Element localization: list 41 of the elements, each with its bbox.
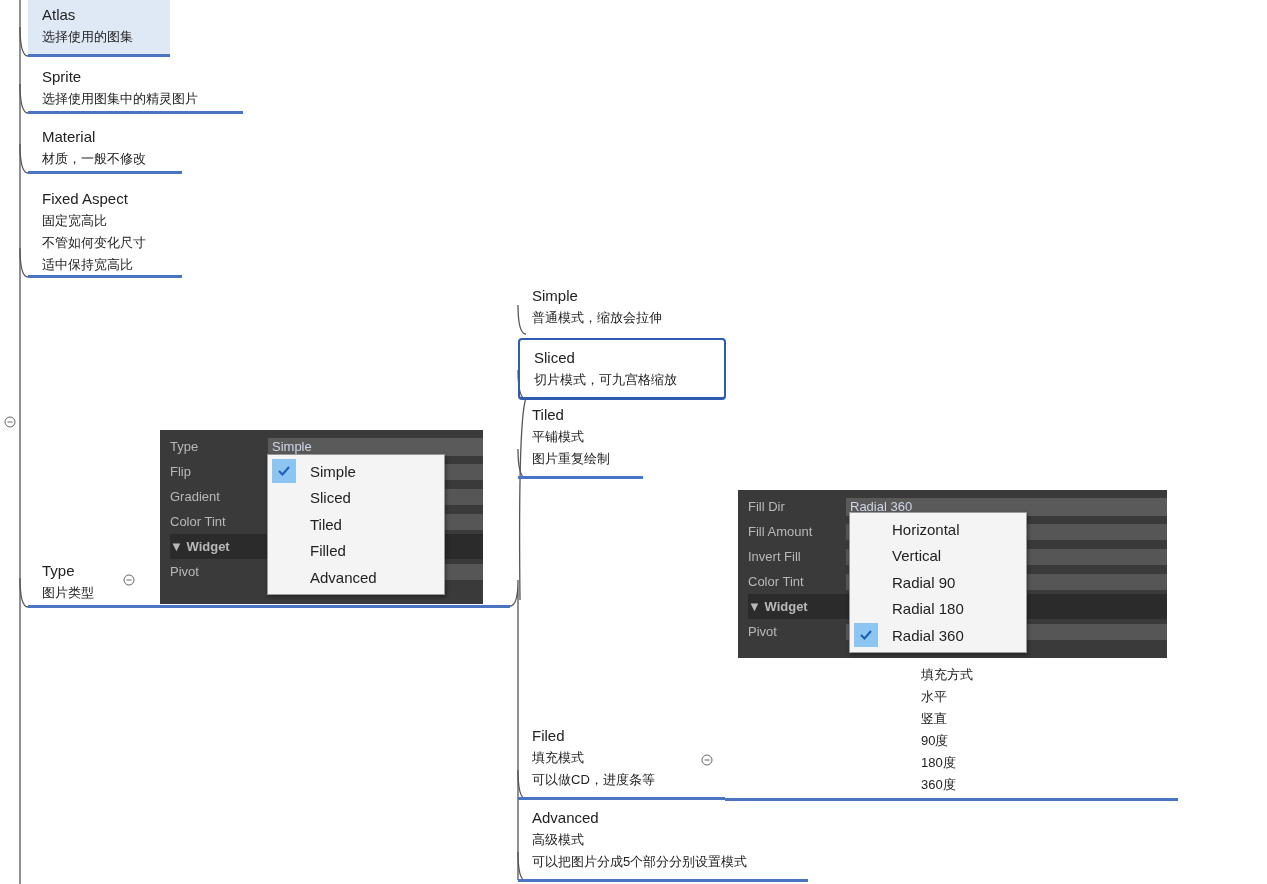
node-text: 180度	[921, 754, 956, 772]
node-text: 填充模式	[532, 749, 584, 767]
node-title: Advanced	[532, 808, 599, 828]
property-label: Flip	[170, 464, 192, 479]
property-label: Color Tint	[170, 514, 227, 529]
node-text: 竖直	[921, 710, 947, 728]
property-label: Color Tint	[748, 574, 805, 589]
node-title: Simple	[532, 286, 578, 306]
property-label: Pivot	[748, 624, 778, 639]
node-title: Tiled	[532, 405, 564, 425]
property-label: Fill Amount	[748, 524, 814, 539]
property-label: Invert Fill	[748, 549, 802, 564]
property-label: Pivot	[170, 564, 200, 579]
node-title: Sprite	[42, 67, 82, 87]
node-text: 图片重复绘制	[532, 450, 610, 468]
node-title: Sliced	[534, 348, 575, 368]
node-text: 360度	[921, 776, 956, 794]
node-text: 适中保持宽高比	[42, 256, 133, 274]
node-text: 可以把图片分成5个部分分别设置模式	[532, 853, 748, 871]
property-label: Fill Dir	[748, 499, 786, 514]
node-text: 水平	[921, 688, 947, 706]
node-text: 图片类型	[42, 584, 94, 602]
node-title: Fixed Aspect	[42, 189, 128, 209]
node-text: 切片模式，可九宫格缩放	[534, 371, 677, 389]
node-text: 选择使用的图集	[42, 28, 133, 46]
property-label: Type	[170, 439, 200, 454]
node-text: 选择使用图集中的精灵图片	[42, 90, 198, 108]
node-text: 90度	[921, 732, 949, 750]
node-text: 高级模式	[532, 831, 584, 849]
node-text: 固定宽高比	[42, 212, 107, 230]
node-text: 不管如何变化尺寸	[42, 234, 146, 252]
node-title: Atlas	[42, 5, 76, 25]
node-text: 材质，一般不修改	[42, 150, 146, 168]
node-text: 普通模式，缩放会拉伸	[532, 309, 662, 327]
property-label: Gradient	[170, 489, 221, 504]
node-text: 平铺模式	[532, 428, 584, 446]
node-text: 可以做CD，进度条等	[532, 771, 655, 789]
node-title: Material	[42, 127, 96, 147]
node-title: Filed	[532, 726, 565, 746]
node-title: Type	[42, 561, 75, 581]
node-text: 填充方式	[921, 666, 973, 684]
